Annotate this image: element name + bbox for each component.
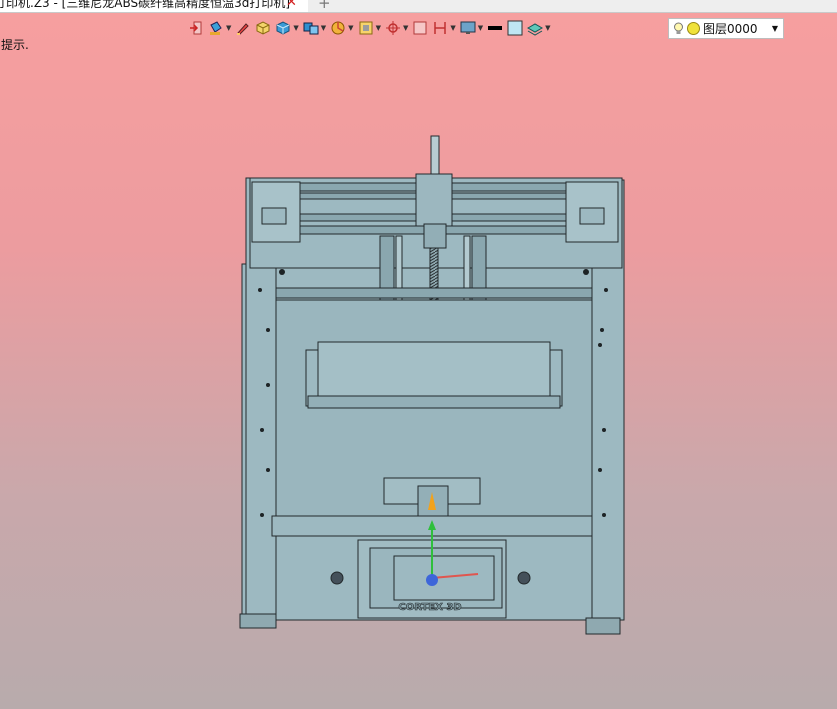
screen-icon	[460, 21, 476, 34]
square-icon	[413, 21, 427, 35]
right-foot	[585, 617, 621, 635]
chevron-down-icon[interactable]: ▼	[348, 24, 353, 32]
fill-color-button[interactable]	[507, 18, 523, 38]
line-color-button[interactable]	[487, 18, 503, 38]
dimension-icon	[434, 22, 447, 34]
box-icon	[256, 21, 270, 35]
printer-model[interactable]: CORTEX 3D	[0, 0, 837, 709]
pie-icon	[331, 21, 345, 35]
layer-color-dot[interactable]	[687, 22, 700, 35]
dimension-button[interactable]: ▼	[432, 18, 456, 38]
solid-button[interactable]: ▼	[275, 18, 299, 38]
3d-viewport[interactable]: CORTEX 3D 打印机.Z3 - [三维尼龙ABS碳纤维高精度恒温3d打印机…	[0, 0, 837, 709]
section-button[interactable]: ▼	[330, 18, 354, 38]
lcd-screen	[393, 555, 495, 601]
prompt-hint: 提示.	[1, 38, 29, 52]
chevron-down-icon[interactable]: ▼	[478, 24, 483, 32]
layer-select[interactable]: 图层0000 ▼	[668, 18, 784, 39]
document-tab-bar: 打印机.Z3 - [三维尼龙ABS碳纤维高精度恒温3d打印机] ✕ +	[0, 0, 837, 13]
layers-icon	[527, 23, 544, 36]
line-icon	[488, 26, 503, 30]
close-icon[interactable]: ✕	[286, 0, 297, 10]
layers-button[interactable]: ▼	[527, 18, 551, 38]
chevron-down-icon[interactable]: ▼	[226, 24, 231, 32]
frame-icon	[359, 21, 373, 35]
pencil-icon	[237, 23, 250, 35]
left-foot	[239, 613, 277, 629]
plane-button[interactable]	[412, 18, 428, 38]
box-button[interactable]	[255, 18, 271, 38]
frame-button[interactable]: ▼	[358, 18, 381, 38]
display-button[interactable]: ▼	[460, 18, 483, 38]
exit-button[interactable]	[188, 18, 204, 38]
paint-button[interactable]: ▼	[208, 18, 231, 38]
view-toolbar: ▼ ▼ ▼ ▼ ▼ ▼ ▼ ▼ ▼	[188, 17, 551, 39]
layer-name: 图层0000	[703, 22, 758, 36]
blocks-icon	[303, 22, 319, 35]
chevron-down-icon[interactable]: ▼	[403, 24, 408, 32]
blocks-button[interactable]: ▼	[303, 18, 326, 38]
tab-title: 打印机.Z3 - [三维尼龙ABS碳纤维高精度恒温3d打印机]	[0, 0, 291, 10]
chevron-down-icon[interactable]: ▼	[293, 24, 298, 32]
snap-button[interactable]: ▼	[385, 18, 408, 38]
model-brand-label: CORTEX 3D	[398, 602, 461, 613]
chevron-down-icon[interactable]: ▼	[376, 24, 381, 32]
chevron-down-icon[interactable]: ▼	[450, 24, 455, 32]
tab-active-document[interactable]: 打印机.Z3 - [三维尼龙ABS碳纤维高精度恒温3d打印机]	[0, 0, 308, 12]
chevron-down-icon[interactable]: ▼	[321, 24, 326, 32]
paint-bucket-icon	[210, 21, 222, 35]
solid-box-icon	[276, 21, 290, 35]
lightbulb-icon[interactable]	[673, 22, 684, 35]
crosshair-icon	[385, 21, 400, 35]
sketch-button[interactable]	[235, 18, 251, 38]
new-tab-icon[interactable]: +	[318, 0, 331, 12]
chevron-down-icon[interactable]: ▼	[545, 24, 550, 32]
color-swatch-icon	[507, 20, 523, 36]
exit-icon	[190, 21, 202, 35]
chevron-down-icon[interactable]: ▼	[772, 24, 778, 33]
